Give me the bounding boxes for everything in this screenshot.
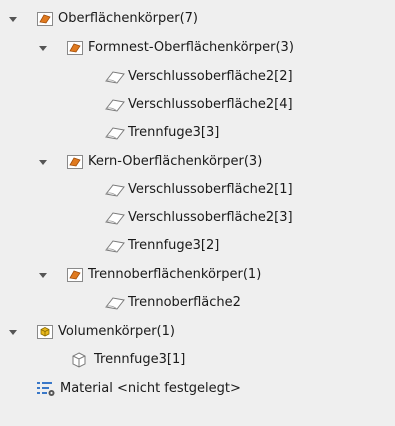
material-icon — [36, 380, 55, 398]
tree-node-surface[interactable]: Verschlussoberfläche2[3] — [0, 205, 395, 231]
tree-node-label: Trennfuge3[2] — [128, 238, 220, 253]
surface-folder-icon — [66, 266, 84, 284]
tree-node-surface[interactable]: Trennfuge3[3] — [0, 120, 395, 146]
solid-body-icon — [70, 351, 88, 369]
tree-node-surface[interactable]: Verschlussoberfläche2[2] — [0, 64, 395, 90]
tree-node-label: Formnest-Oberflächenkörper(3) — [88, 40, 294, 55]
tree-node-surface-bodies[interactable]: Oberflächenkörper(7) — [0, 6, 395, 32]
tree-node-solid-body[interactable]: Trennfuge3[1] — [0, 347, 395, 373]
tree-node-label: Oberflächenkörper(7) — [58, 11, 198, 26]
surface-folder-icon — [66, 153, 84, 171]
collapse-toggle-icon[interactable] — [8, 14, 18, 24]
tree-node-label: Verschlussoberfläche2[4] — [128, 97, 293, 112]
tree-node-surface[interactable]: Verschlussoberfläche2[4] — [0, 92, 395, 118]
surface-folder-icon — [66, 39, 84, 57]
tree-node-material[interactable]: Material <nicht festgelegt> — [0, 376, 395, 402]
solid-folder-icon — [36, 323, 54, 341]
tree-node-label: Verschlussoberfläche2[3] — [128, 210, 293, 225]
tree-node-label: Material <nicht festgelegt> — [60, 381, 241, 396]
surface-icon — [104, 181, 125, 199]
tree-node-label: Verschlussoberfläche2[2] — [128, 69, 293, 84]
surface-folder-icon — [36, 10, 54, 28]
tree-node-surface[interactable]: Verschlussoberfläche2[1] — [0, 177, 395, 203]
tree-node-label: Kern-Oberflächenkörper(3) — [88, 154, 263, 169]
tree-node-label: Volumenkörper(1) — [58, 324, 175, 339]
surface-icon — [104, 209, 125, 227]
collapse-toggle-icon[interactable] — [38, 157, 48, 167]
surface-icon — [104, 124, 125, 142]
tree-node-label: Trennoberflächenkörper(1) — [88, 267, 262, 282]
tree-node-parting-surface-bodies[interactable]: Trennoberflächenkörper(1) — [0, 262, 395, 288]
tree-node-cavity-surface-bodies[interactable]: Formnest-Oberflächenkörper(3) — [0, 35, 395, 61]
tree-node-surface[interactable]: Trennoberfläche2 — [0, 290, 395, 316]
tree-node-label: Trennfuge3[3] — [128, 125, 220, 140]
tree-node-core-surface-bodies[interactable]: Kern-Oberflächenkörper(3) — [0, 149, 395, 175]
collapse-toggle-icon[interactable] — [38, 43, 48, 53]
feature-tree: Oberflächenkörper(7) Formnest-Oberfläche… — [0, 0, 395, 426]
tree-node-label: Trennoberfläche2 — [128, 295, 241, 310]
surface-icon — [104, 96, 125, 114]
collapse-toggle-icon[interactable] — [8, 327, 18, 337]
tree-node-label: Trennfuge3[1] — [94, 352, 186, 367]
surface-icon — [104, 294, 125, 312]
surface-icon — [104, 68, 125, 86]
tree-node-label: Verschlussoberfläche2[1] — [128, 182, 293, 197]
collapse-toggle-icon[interactable] — [38, 270, 48, 280]
surface-icon — [104, 237, 125, 255]
tree-node-solid-bodies[interactable]: Volumenkörper(1) — [0, 319, 395, 345]
tree-node-surface[interactable]: Trennfuge3[2] — [0, 233, 395, 259]
